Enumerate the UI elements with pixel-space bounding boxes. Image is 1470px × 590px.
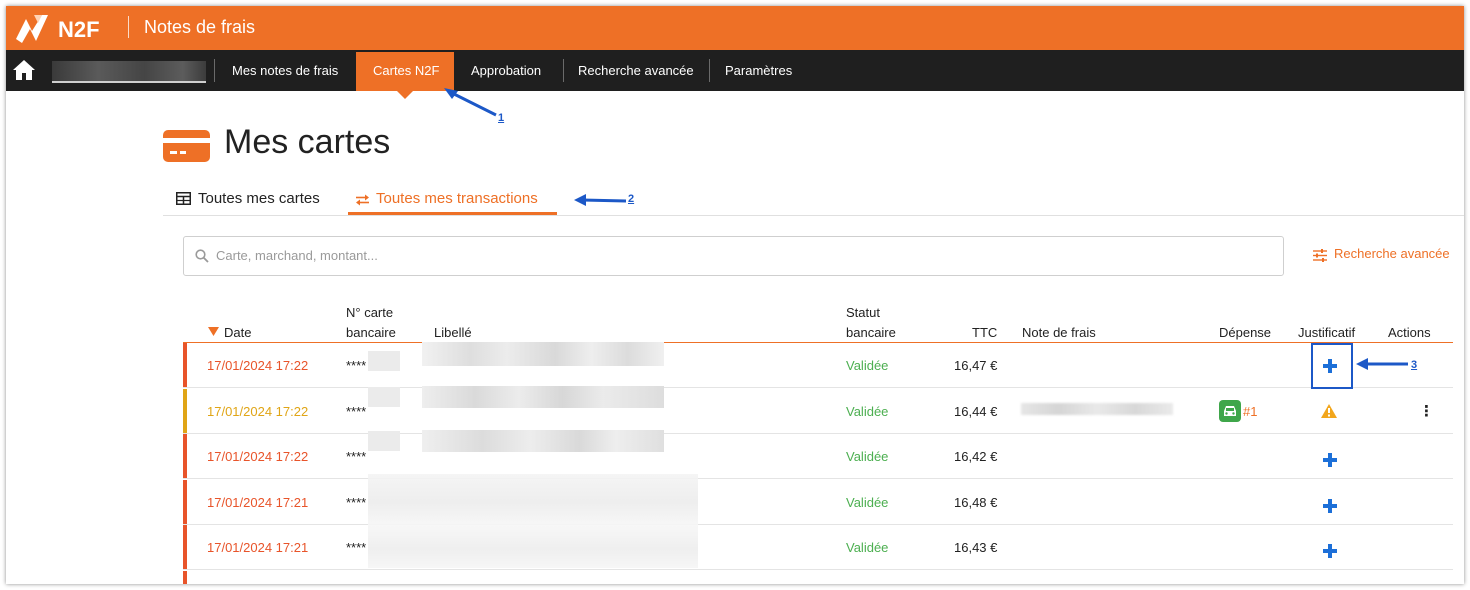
row-date: 17/01/2024 17:22	[207, 404, 309, 419]
row-status-bar	[183, 389, 187, 433]
page-title: Mes cartes	[224, 123, 391, 161]
active-nav-caret	[396, 90, 414, 99]
row-ttc: 16,44 €	[954, 404, 998, 419]
expense-report-name-redacted[interactable]	[1021, 403, 1173, 415]
table-icon	[176, 192, 191, 205]
table-row[interactable]	[183, 571, 1453, 584]
column-header-ttc: TTC	[972, 325, 998, 340]
tab-toutes-mes-transactions[interactable]: Toutes mes transactions	[376, 188, 538, 212]
column-header-justificatif: Justificatif	[1298, 325, 1356, 340]
card-number-redacted	[368, 431, 400, 451]
logo-text: N2F	[58, 17, 100, 42]
add-receipt-icon[interactable]	[1323, 453, 1337, 467]
row-card-number: ****	[346, 404, 367, 419]
row-status-bar	[183, 434, 187, 478]
n2f-logo[interactable]: N2F	[12, 9, 124, 47]
app-title: Notes de frais	[144, 17, 256, 37]
column-header-card-line2: bancaire	[346, 325, 396, 340]
row-card-number: ****	[346, 358, 367, 373]
home-icon[interactable]	[12, 59, 36, 81]
row-card-number: ****	[346, 449, 367, 464]
column-header-date[interactable]: Date	[224, 323, 251, 342]
nav-item-recherche-avancee[interactable]: Recherche avancée	[578, 50, 694, 91]
row-card-number: ****	[346, 495, 367, 510]
row-date: 17/01/2024 17:21	[207, 495, 309, 510]
expense-reference-link[interactable]: #1	[1243, 389, 1257, 434]
add-receipt-icon[interactable]	[1323, 499, 1337, 513]
column-header-actions: Actions	[1388, 325, 1431, 340]
row-status: Validée	[846, 449, 889, 464]
nav-item-parametres[interactable]: Paramètres	[725, 50, 792, 91]
nav-divider	[709, 59, 710, 82]
column-header-note-de-frais: Note de frais	[1022, 325, 1096, 340]
row-ttc: 16,42 €	[954, 449, 998, 464]
column-header-libelle: Libellé	[434, 325, 472, 340]
transfer-arrows-icon	[356, 194, 369, 206]
row-date: 17/01/2024 17:21	[207, 540, 309, 555]
libelle-redacted	[422, 430, 664, 452]
row-status: Validée	[846, 495, 889, 510]
column-header-status-line2: bancaire	[846, 325, 896, 340]
taxi-icon[interactable]	[1219, 400, 1241, 422]
warning-icon[interactable]	[1321, 404, 1337, 418]
app-window: N2F Notes de frais Mes notes de frais Ca…	[6, 6, 1464, 584]
annotation-highlight-box	[1311, 343, 1353, 389]
search-placeholder: Carte, marchand, montant...	[216, 248, 378, 263]
row-status: Validée	[846, 540, 889, 555]
row-ttc: 16,48 €	[954, 495, 998, 510]
row-card-number: ****	[346, 540, 367, 555]
column-header-depense: Dépense	[1219, 325, 1272, 340]
card-number-redacted	[368, 387, 400, 407]
sort-descending-icon[interactable]	[208, 327, 219, 336]
title-divider	[128, 16, 129, 38]
row-status-bar	[183, 571, 187, 584]
nav-divider	[563, 59, 564, 82]
row-status: Validée	[846, 404, 889, 419]
annotation-label-1: 1	[498, 112, 505, 124]
row-status-bar	[183, 343, 187, 387]
column-header-status-line1: Statut	[846, 305, 880, 320]
annotation-arrow-2	[574, 194, 627, 206]
row-ttc: 16,43 €	[954, 540, 998, 555]
add-receipt-icon[interactable]	[1323, 544, 1337, 558]
row-date: 17/01/2024 17:22	[207, 358, 309, 373]
user-selector[interactable]	[52, 61, 206, 83]
filter-sliders-icon[interactable]	[1313, 249, 1327, 262]
row-actions-menu[interactable]: ⋮	[1419, 389, 1434, 434]
libelle-redacted	[422, 342, 664, 366]
nav-item-cartes-n2f[interactable]: Cartes N2F	[373, 50, 439, 91]
row-status-bar	[183, 480, 187, 524]
row-status: Validée	[846, 358, 889, 373]
row-status-bar	[183, 525, 187, 569]
transaction-search-field[interactable]: Carte, marchand, montant...	[183, 236, 1284, 276]
tab-toutes-mes-cartes[interactable]: Toutes mes cartes	[198, 188, 320, 212]
top-bar: N2F Notes de frais	[6, 6, 1464, 50]
libelle-redacted	[368, 474, 698, 568]
credit-card-icon	[163, 130, 210, 162]
card-number-redacted	[368, 351, 400, 371]
tabs-divider	[163, 215, 1464, 216]
libelle-redacted	[422, 386, 664, 408]
search-icon	[195, 249, 209, 263]
nav-item-mes-notes-de-frais[interactable]: Mes notes de frais	[232, 50, 338, 91]
column-header-card-line1: N° carte	[346, 305, 394, 320]
row-date: 17/01/2024 17:22	[207, 449, 309, 464]
nav-divider	[214, 59, 215, 82]
annotation-label-3: 3	[1411, 359, 1418, 371]
row-ttc: 16,47 €	[954, 358, 998, 373]
annotation-label-2: 2	[628, 193, 635, 205]
advanced-search-link[interactable]: Recherche avancée	[1334, 246, 1450, 261]
